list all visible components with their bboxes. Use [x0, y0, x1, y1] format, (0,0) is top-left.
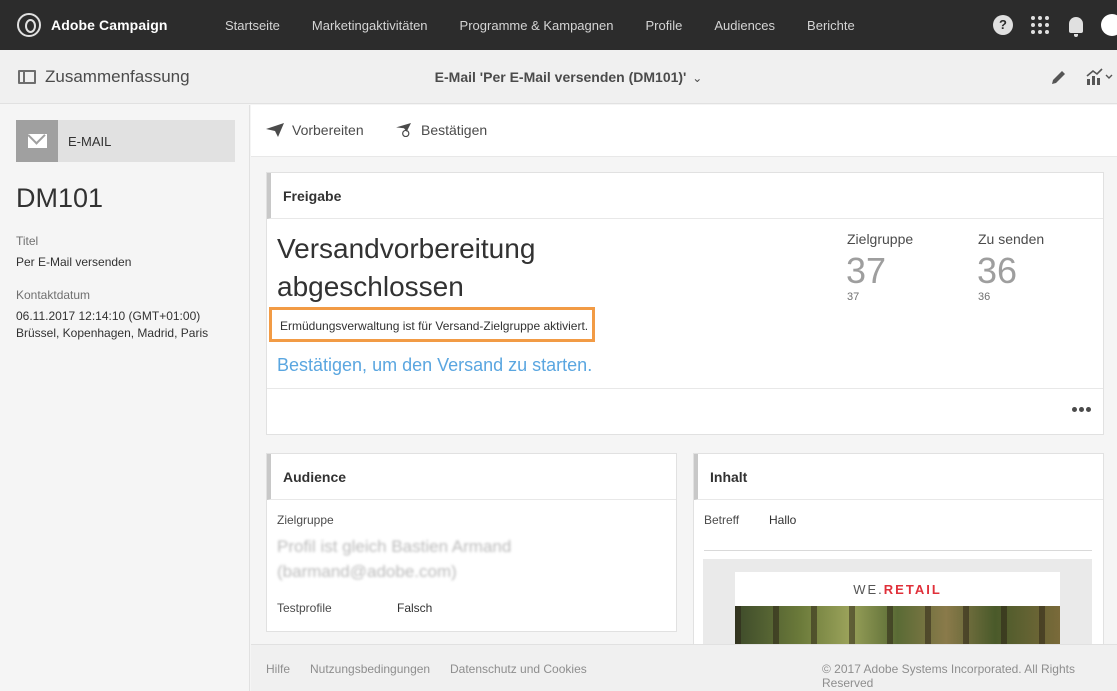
confirm-to-send-link[interactable]: Bestätigen, um den Versand zu starten.	[277, 355, 592, 376]
audience-target-value: Profil ist gleich Bastien Armand (barman…	[277, 537, 512, 581]
main-nav: Startseite Marketingaktivitäten Programm…	[225, 18, 887, 33]
audience-target-label: Zielgruppe	[277, 513, 334, 527]
audience-heading: Audience	[283, 469, 347, 485]
adobe-campaign-logo-icon	[17, 13, 41, 37]
top-navigation-bar: Adobe Campaign Startseite Marketingaktiv…	[0, 0, 1117, 50]
nav-item-marketingaktivitaeten[interactable]: Marketingaktivitäten	[312, 18, 428, 33]
chevron-down-icon: ⌄	[692, 71, 703, 85]
approval-heading: Freigabe	[283, 188, 342, 204]
fatigue-warning-box: Ermüdungsverwaltung ist für Versand-Ziel…	[269, 307, 595, 342]
delivery-title: E-Mail 'Per E-Mail versenden (DM101)'	[434, 69, 687, 85]
approval-card-header: Freigabe	[267, 173, 1103, 219]
delivery-code: DM101	[16, 183, 104, 213]
envelope-icon	[16, 120, 58, 162]
footer-help-link[interactable]: Hilfe	[266, 662, 290, 676]
contact-date-label: Kontaktdatum	[16, 288, 91, 302]
prepare-button[interactable]: Vorbereiten	[266, 122, 364, 138]
to-send-count-label: Zu senden	[978, 231, 1045, 247]
hero-image	[735, 606, 1060, 644]
pencil-icon[interactable]	[1049, 67, 1069, 87]
app-name: Adobe Campaign	[51, 17, 168, 33]
bell-icon[interactable]	[1069, 17, 1083, 37]
help-icon[interactable]: ?	[993, 15, 1013, 35]
summary-sidebar: E-MAIL DM101 Titel Per E-Mail versenden …	[0, 105, 250, 691]
page-footer: Hilfe Nutzungsbedingungen Datenschutz un…	[251, 644, 1117, 691]
contact-date-value: 06.11.2017 12:14:10 (GMT+01:00) Brüssel,…	[16, 309, 209, 340]
footer-copyright: © 2017 Adobe Systems Incorporated. All R…	[822, 662, 1075, 690]
channel-badge: E-MAIL	[16, 120, 235, 162]
channel-label: E-MAIL	[68, 134, 112, 149]
report-chart-icon[interactable]	[1085, 67, 1113, 87]
content-divider	[704, 550, 1092, 551]
to-send-count: 36	[977, 250, 1018, 291]
card-divider	[267, 388, 1103, 389]
confirm-label: Bestätigen	[421, 122, 488, 138]
confirm-button[interactable]: Bestätigen	[395, 122, 487, 138]
nav-item-audiences[interactable]: Audiences	[714, 18, 775, 33]
paper-plane-check-icon	[396, 123, 411, 137]
email-preview[interactable]: WE.RETAIL	[703, 559, 1092, 644]
apps-grid-icon[interactable]	[1031, 16, 1049, 34]
approval-card: Freigabe Versandvorbereitung abgeschloss…	[266, 172, 1104, 435]
sub-header: Zusammenfassung E-Mail 'Per E-Mail verse…	[0, 50, 1117, 104]
audience-card-header: Audience	[267, 454, 676, 500]
brand-logo: WE.RETAIL	[853, 582, 942, 597]
title-value: Per E-Mail versenden	[16, 255, 132, 269]
footer-privacy-link[interactable]: Datenschutz und Cookies	[450, 662, 587, 676]
footer-terms-link[interactable]: Nutzungsbedingungen	[310, 662, 430, 676]
delivery-title-dropdown[interactable]: E-Mail 'Per E-Mail versenden (DM101)' ⌄	[0, 69, 1117, 85]
paper-plane-icon	[266, 123, 284, 137]
nav-item-berichte[interactable]: Berichte	[807, 18, 855, 33]
nav-item-startseite[interactable]: Startseite	[225, 18, 280, 33]
subject-value: Hallo	[769, 513, 797, 527]
app-logo[interactable]: Adobe Campaign	[17, 13, 207, 37]
content-card-header: Inhalt	[694, 454, 1103, 500]
content-card: Inhalt Betreff Hallo WE.RETAIL	[693, 453, 1104, 644]
avatar[interactable]	[1101, 14, 1117, 36]
audience-card: Audience Zielgruppe Profil ist gleich Ba…	[266, 453, 677, 632]
content-heading: Inhalt	[710, 469, 748, 485]
target-count-label: Zielgruppe	[847, 231, 914, 247]
test-profiles-value: Falsch	[397, 601, 433, 615]
target-count-detail: 37	[847, 291, 860, 303]
more-icon[interactable]	[1072, 407, 1093, 412]
test-profiles-label: Testprofile	[277, 601, 332, 615]
nav-item-profile[interactable]: Profile	[645, 18, 682, 33]
target-count: 37	[846, 250, 887, 291]
title-label: Titel	[16, 234, 39, 248]
prepare-label: Vorbereiten	[292, 122, 364, 138]
to-send-count-detail: 36	[978, 291, 991, 303]
subject-label: Betreff	[704, 513, 740, 527]
preparation-status: Versandvorbereitung abgeschlossen	[277, 233, 536, 302]
action-toolbar: Vorbereiten Bestätigen	[251, 105, 1117, 157]
email-preview-card: WE.RETAIL	[735, 572, 1060, 644]
fatigue-warning-text: Ermüdungsverwaltung ist für Versand-Ziel…	[280, 319, 589, 333]
nav-item-programme-kampagnen[interactable]: Programme & Kampagnen	[460, 18, 614, 33]
